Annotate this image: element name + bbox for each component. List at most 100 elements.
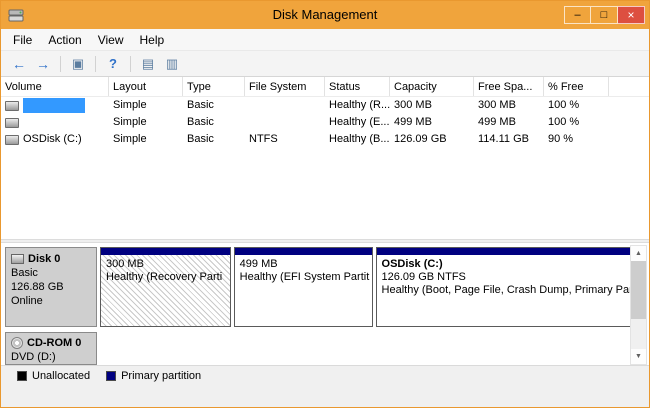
partition-status: Healthy (Recovery Parti xyxy=(106,271,225,284)
partition-size: 126.09 GB NTFS xyxy=(382,271,639,284)
disk-0-title: Disk 0 xyxy=(11,252,91,266)
title-bar[interactable]: Disk Management – □ × xyxy=(1,1,649,29)
console-tree-icon[interactable]: ▣ xyxy=(66,53,90,75)
disk-0-label[interactable]: Disk 0 Basic 126.88 GB Online xyxy=(5,247,97,327)
menu-view[interactable]: View xyxy=(90,29,132,50)
scroll-up-icon[interactable]: ▲ xyxy=(631,246,646,261)
volume-row-osdisk[interactable]: OSDisk (C:) Simple Basic NTFS Healthy (B… xyxy=(1,131,649,148)
toolbar-separator xyxy=(60,56,61,72)
legend-label: Primary partition xyxy=(121,370,201,382)
disk-0-status: Online xyxy=(11,294,91,308)
menu-help[interactable]: Help xyxy=(132,29,173,50)
layout-cell: Simple xyxy=(109,97,183,114)
filler-cell xyxy=(609,97,649,114)
partition-osdisk[interactable]: OSDisk (C:) 126.09 GB NTFS Healthy (Boot… xyxy=(376,247,645,327)
column-header-file-system[interactable]: File System xyxy=(245,77,325,96)
forward-icon[interactable]: → xyxy=(31,53,55,75)
volume-cell: OSDisk (C:) xyxy=(1,131,109,148)
cdrom-0-row: CD-ROM 0 DVD (D:) xyxy=(5,332,625,365)
status-cell: Healthy (R... xyxy=(325,97,390,114)
cdrom-0-label[interactable]: CD-ROM 0 DVD (D:) xyxy=(5,332,97,365)
minimize-button[interactable]: – xyxy=(564,6,591,24)
partition-color-strip xyxy=(101,248,230,255)
graph-view-icon[interactable]: ▥ xyxy=(160,53,184,75)
menu-file[interactable]: File xyxy=(5,29,40,50)
status-cell: Healthy (B... xyxy=(325,131,390,148)
column-header-capacity[interactable]: Capacity xyxy=(390,77,474,96)
volume-table-header: Volume Layout Type File System Status Ca… xyxy=(1,77,649,97)
toolbar: ← → ▣ ? ▤ ▥ xyxy=(1,51,649,77)
disk-0-row: Disk 0 Basic 126.88 GB Online 300 MB Hea… xyxy=(5,247,625,327)
capacity-cell: 499 MB xyxy=(390,114,474,131)
scrollbar-thumb[interactable] xyxy=(631,261,646,319)
toolbar-separator xyxy=(95,56,96,72)
maximize-button[interactable]: □ xyxy=(591,6,618,24)
file-system-cell xyxy=(245,97,325,114)
help-icon[interactable]: ? xyxy=(101,53,125,75)
list-view-icon[interactable]: ▤ xyxy=(136,53,160,75)
partition-status: Healthy (Boot, Page File, Crash Dump, Pr… xyxy=(382,284,639,297)
column-header-type[interactable]: Type xyxy=(183,77,245,96)
partition-color-strip xyxy=(235,248,372,255)
partition-size: 300 MB xyxy=(106,258,225,271)
disk-0-name: Disk 0 xyxy=(28,252,60,266)
selection-highlight xyxy=(23,98,85,113)
column-header-percent-free[interactable]: % Free xyxy=(544,77,609,96)
column-header-filler xyxy=(609,77,649,96)
status-area xyxy=(1,385,649,407)
menu-action[interactable]: Action xyxy=(40,29,89,50)
percent-free-cell: 90 % xyxy=(544,131,609,148)
free-space-cell: 114.11 GB xyxy=(474,131,544,148)
filler-cell xyxy=(609,131,649,148)
partition-recovery[interactable]: 300 MB Healthy (Recovery Parti xyxy=(100,247,231,327)
type-cell: Basic xyxy=(183,114,245,131)
toolbar-separator xyxy=(130,56,131,72)
partition-info: 300 MB Healthy (Recovery Parti xyxy=(101,255,230,326)
partition-status: Healthy (EFI System Partit xyxy=(240,271,367,284)
partition-info: OSDisk (C:) 126.09 GB NTFS Healthy (Boot… xyxy=(377,255,644,326)
window-icon[interactable] xyxy=(8,8,24,22)
partition-size: 499 MB xyxy=(240,258,367,271)
legend-unallocated: Unallocated xyxy=(17,370,90,382)
volume-cell xyxy=(1,114,109,131)
legend-bar: Unallocated Primary partition xyxy=(1,365,649,385)
primary-partition-swatch xyxy=(106,371,116,381)
column-header-status[interactable]: Status xyxy=(325,77,390,96)
filler-cell xyxy=(609,114,649,131)
close-button[interactable]: × xyxy=(618,6,645,24)
disk-management-window: Disk Management – □ × File Action View H… xyxy=(0,0,650,408)
free-space-cell: 499 MB xyxy=(474,114,544,131)
menu-bar: File Action View Help xyxy=(1,29,649,51)
caption-buttons: – □ × xyxy=(564,6,645,24)
type-cell: Basic xyxy=(183,97,245,114)
percent-free-cell: 100 % xyxy=(544,114,609,131)
status-cell: Healthy (E... xyxy=(325,114,390,131)
disk-0-size: 126.88 GB xyxy=(11,280,91,294)
volume-list-pane: Volume Layout Type File System Status Ca… xyxy=(1,77,649,239)
free-space-cell: 300 MB xyxy=(474,97,544,114)
capacity-cell: 300 MB xyxy=(390,97,474,114)
drive-icon xyxy=(5,101,19,111)
back-icon[interactable]: ← xyxy=(7,53,31,75)
drive-icon xyxy=(5,135,19,145)
partition-efi[interactable]: 499 MB Healthy (EFI System Partit xyxy=(234,247,373,327)
file-system-cell: NTFS xyxy=(245,131,325,148)
column-header-volume[interactable]: Volume xyxy=(1,77,109,96)
type-cell: Basic xyxy=(183,131,245,148)
disk-icon xyxy=(11,254,24,264)
graphical-view-pane: Disk 0 Basic 126.88 GB Online 300 MB Hea… xyxy=(1,243,649,365)
cd-icon xyxy=(11,337,23,349)
scroll-down-icon[interactable]: ▼ xyxy=(631,349,646,364)
partition-color-strip xyxy=(377,248,644,255)
window-title: Disk Management xyxy=(1,1,649,29)
volume-row-efi[interactable]: Simple Basic Healthy (E... 499 MB 499 MB… xyxy=(1,114,649,131)
layout-cell: Simple xyxy=(109,114,183,131)
cdrom-0-media: DVD (D:) xyxy=(11,350,91,364)
column-header-free-space[interactable]: Free Spa... xyxy=(474,77,544,96)
layout-cell: Simple xyxy=(109,131,183,148)
column-header-layout[interactable]: Layout xyxy=(109,77,183,96)
vertical-scrollbar[interactable]: ▲ ▼ xyxy=(630,245,647,365)
partition-info: 499 MB Healthy (EFI System Partit xyxy=(235,255,372,326)
drive-icon xyxy=(5,118,19,128)
volume-row-recovery[interactable]: Simple Basic Healthy (R... 300 MB 300 MB… xyxy=(1,97,649,114)
